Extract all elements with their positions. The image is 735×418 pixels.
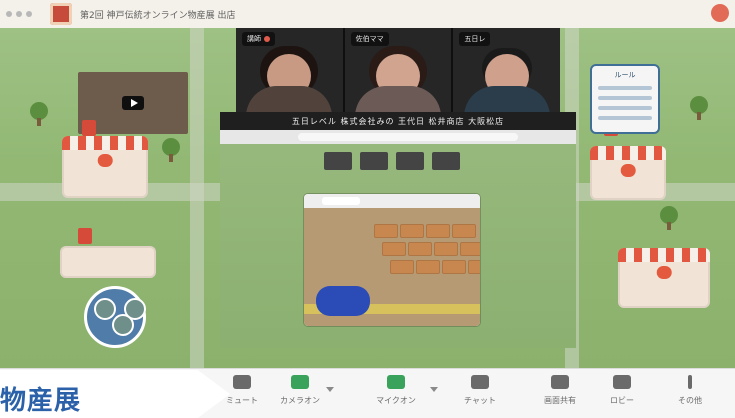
shared-screen-content[interactable] — [220, 144, 576, 348]
banner: 物産展 — [0, 370, 230, 418]
info-card-title: ルール — [614, 71, 636, 79]
app-title: 第2回 神戸伝統オンライン物産展 出店 — [80, 10, 236, 21]
chevron-down-icon[interactable] — [430, 387, 438, 392]
browser-tab[interactable] — [322, 197, 360, 205]
booth-stall[interactable] — [618, 248, 710, 308]
participant-tile[interactable]: 五日レ — [453, 28, 561, 112]
info-card[interactable]: ルール — [590, 64, 660, 134]
avatar — [94, 298, 116, 320]
booth-stall[interactable] — [62, 136, 148, 198]
shared-screen[interactable]: 五日レベル 株式会社みの 王代日 松井商店 大阪松店 — [220, 112, 576, 348]
window-dot[interactable] — [26, 11, 32, 17]
mic-button[interactable]: マイクオン — [366, 375, 426, 415]
participant-name-text: 五日レ — [464, 35, 486, 43]
product-video[interactable] — [304, 208, 480, 326]
mini-video-tile[interactable] — [432, 152, 460, 170]
flag-icon — [82, 120, 96, 136]
mic-muted-icon — [264, 36, 270, 42]
browser-tabbar — [304, 194, 480, 208]
mic-icon — [233, 375, 251, 389]
camera-button[interactable]: カメラオン — [270, 375, 330, 415]
camera-label: カメラオン — [280, 396, 320, 405]
participant-name-text: 講師 — [247, 35, 261, 43]
lobby-label: ロビー — [610, 396, 634, 405]
participant-name: 講師 — [242, 32, 275, 46]
participant-tile[interactable]: 佐伯ママ — [344, 28, 452, 112]
screen-share-label: 画面共有 — [544, 396, 576, 405]
screen: 第2回 神戸伝統オンライン物産展 出店 ルール 講師 佐伯ママ 五日レ 五日レベ… — [0, 0, 735, 418]
top-app-bar: 第2回 神戸伝統オンライン物産展 出店 — [0, 0, 735, 28]
avatar — [124, 298, 146, 320]
play-icon[interactable] — [122, 96, 144, 110]
screen-share-icon — [551, 375, 569, 389]
mic-icon — [387, 375, 405, 389]
chevron-down-icon[interactable] — [326, 387, 334, 392]
mini-video-tile[interactable] — [324, 152, 352, 170]
more-button[interactable]: その他 — [660, 375, 720, 415]
profile-icon[interactable] — [711, 4, 729, 22]
participant-name: 佐伯ママ — [350, 32, 389, 46]
banner-text: 物産展 — [0, 386, 82, 416]
booth-sign[interactable] — [60, 246, 156, 278]
flag-icon — [78, 228, 92, 244]
mini-video-tile[interactable] — [396, 152, 424, 170]
participant-strip[interactable]: 講師 佐伯ママ 五日レ — [236, 28, 561, 112]
mic-label: マイクオン — [376, 396, 416, 405]
camera-icon — [291, 375, 309, 389]
embedded-browser[interactable] — [304, 194, 480, 326]
shared-screen-toolbar: 五日レベル 株式会社みの 王代日 松井商店 大阪松店 — [220, 112, 576, 130]
window-controls[interactable] — [6, 4, 42, 24]
more-icon — [688, 375, 692, 389]
shared-screen-toolbar-text: 五日レベル 株式会社みの 王代日 松井商店 大阪松店 — [291, 116, 505, 126]
booth-stall[interactable] — [590, 146, 666, 200]
window-dot[interactable] — [16, 11, 22, 17]
screen-share-button[interactable]: 画面共有 — [530, 375, 590, 415]
participant-tile[interactable]: 講師 — [236, 28, 343, 112]
url-field[interactable] — [298, 133, 518, 141]
people-icon — [613, 375, 631, 389]
more-label: その他 — [678, 396, 702, 405]
app-icon[interactable] — [50, 3, 72, 25]
gloved-hand — [316, 286, 370, 316]
browser-urlbar[interactable] — [220, 130, 576, 144]
chat-icon — [471, 375, 489, 389]
participant-name: 五日レ — [459, 32, 491, 46]
mini-video-tile[interactable] — [360, 152, 388, 170]
window-dot[interactable] — [6, 11, 12, 17]
participant-name-text: 佐伯ママ — [355, 35, 384, 43]
chat-button[interactable]: チャット — [450, 375, 510, 415]
chat-label: チャット — [464, 396, 496, 405]
lobby-button[interactable]: ロビー — [592, 375, 652, 415]
